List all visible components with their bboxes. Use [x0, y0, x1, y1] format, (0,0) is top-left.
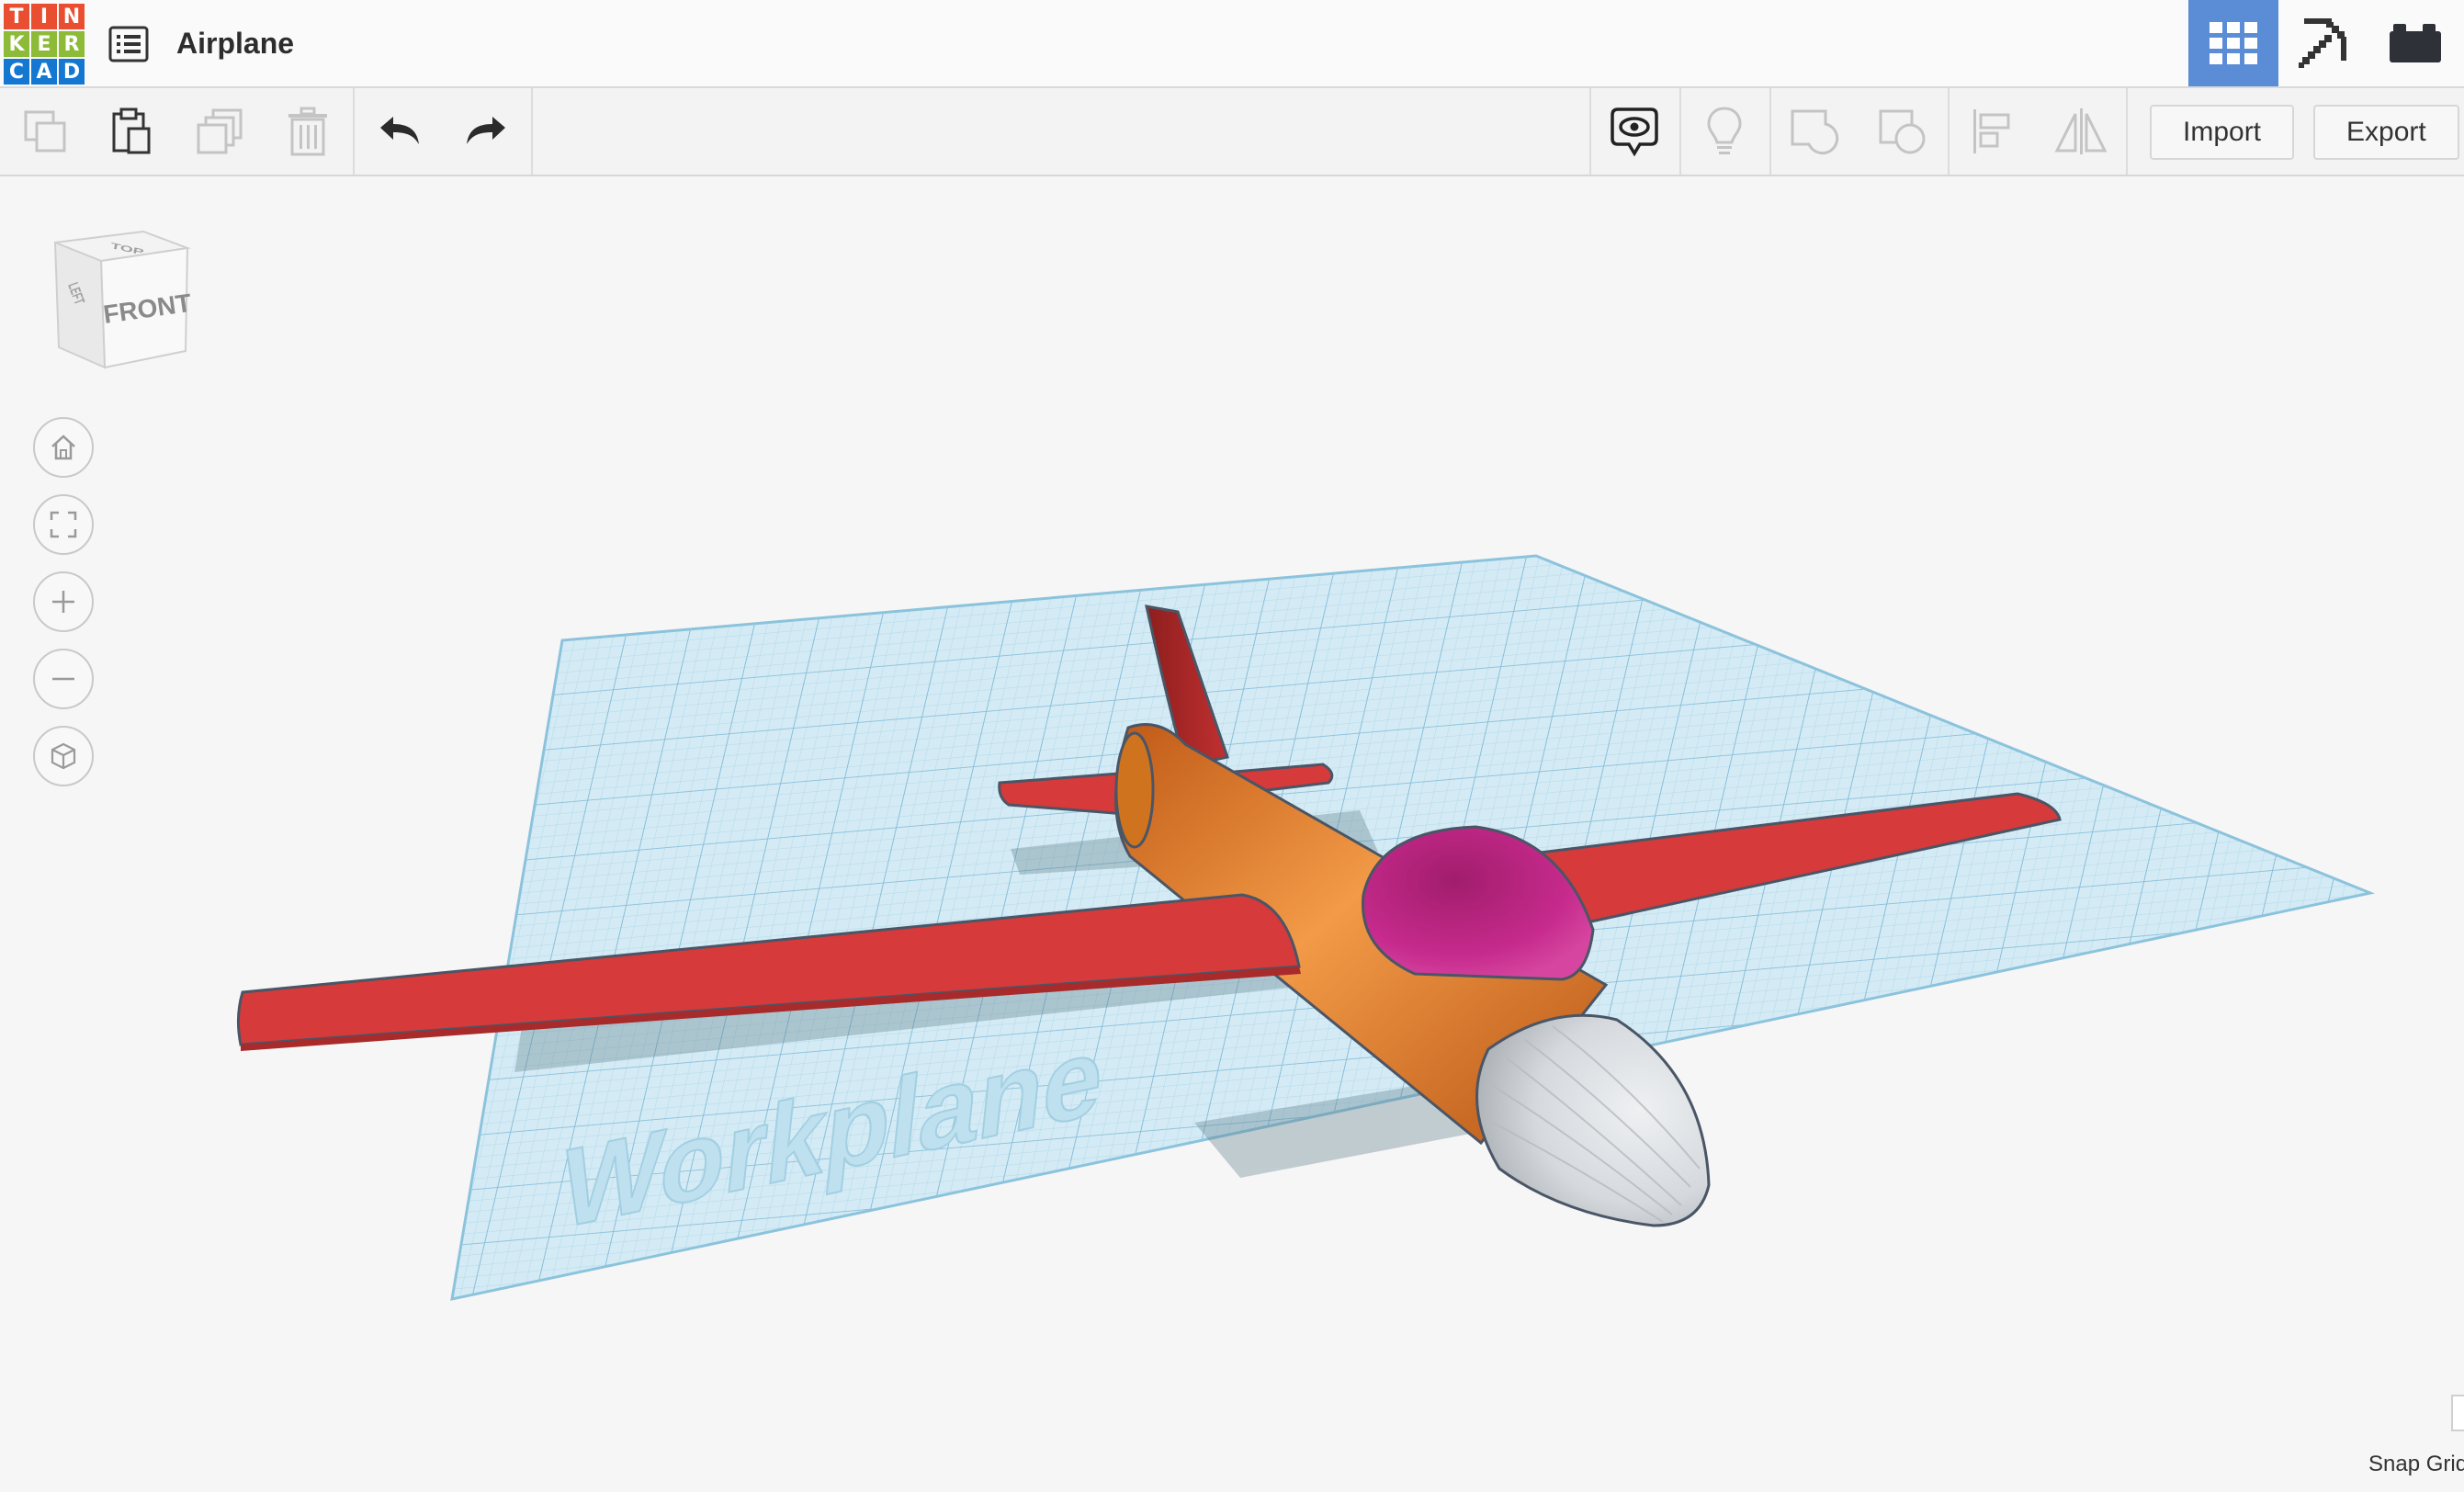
delete-button[interactable]	[265, 88, 351, 175]
mirror-button[interactable]	[2038, 88, 2124, 175]
bricks-view-button[interactable]	[2370, 0, 2460, 86]
mirror-icon	[2054, 108, 2108, 154]
list-icon	[108, 26, 149, 62]
toolbar-separator	[531, 88, 533, 175]
fit-view-icon	[50, 511, 77, 538]
ungroup-button[interactable]	[1859, 88, 1946, 175]
show-all-button[interactable]	[1591, 88, 1678, 175]
pickaxe-icon	[2299, 18, 2346, 68]
3d-viewport[interactable]: Workplane FRONT TOP LEFT Snap Grid	[0, 176, 2464, 1492]
logo-letter: N	[59, 4, 85, 29]
ortho-cube-icon	[51, 742, 76, 770]
logo-letter: K	[4, 31, 29, 57]
ungroup-icon	[1879, 109, 1926, 154]
align-button[interactable]	[1950, 88, 2036, 175]
logo-letter: T	[4, 4, 29, 29]
view-cube-left-face[interactable]	[53, 241, 107, 369]
tinkercad-logo[interactable]: T I N K E R C A D	[4, 4, 85, 85]
copy-button[interactable]	[2, 88, 88, 175]
logo-letter: R	[59, 31, 85, 57]
logo-letter: I	[31, 4, 57, 29]
scene-canvas[interactable]: Workplane	[0, 176, 2464, 1492]
group-button[interactable]	[1771, 88, 1858, 175]
trash-icon	[288, 107, 327, 156]
zoom-in-button[interactable]	[33, 571, 94, 632]
snap-grid-label: Snap Grid	[2368, 1452, 2464, 1476]
paste-icon	[112, 107, 151, 154]
redo-button[interactable]	[443, 88, 529, 175]
logo-letter: C	[4, 59, 29, 85]
view-cube[interactable]: FRONT TOP LEFT	[50, 230, 197, 386]
paste-button[interactable]	[88, 88, 175, 175]
redo-icon	[467, 117, 505, 144]
align-icon	[1973, 109, 2010, 153]
home-view-button[interactable]	[33, 417, 94, 478]
undo-button[interactable]	[356, 88, 443, 175]
zoom-out-icon	[52, 677, 74, 681]
design-title[interactable]: Airplane	[176, 22, 294, 64]
toolbar-separator	[2126, 88, 2128, 175]
duplicate-button[interactable]	[176, 88, 263, 175]
ortho-view-button[interactable]	[33, 726, 94, 786]
import-button[interactable]: Import	[2150, 105, 2295, 160]
brick-icon	[2390, 24, 2441, 62]
logo-letter: E	[31, 31, 57, 57]
nose-cone[interactable]	[1475, 1013, 1711, 1227]
zoom-in-icon	[52, 591, 74, 613]
duplicate-icon	[197, 108, 243, 154]
copy-icon	[24, 110, 66, 153]
fit-view-button[interactable]	[33, 494, 94, 555]
logo-letter: D	[59, 59, 85, 85]
zoom-out-button[interactable]	[33, 649, 94, 709]
fuselage-tail-cap	[1114, 731, 1155, 849]
edit-toolbar: Import Export	[0, 88, 2464, 176]
app-header: T I N K E R C A D Airplane	[0, 0, 2464, 88]
home-icon	[51, 435, 75, 460]
design-list-button[interactable]	[107, 22, 151, 66]
snap-grid-box[interactable]	[2451, 1395, 2464, 1431]
toolbar-separator	[353, 88, 355, 175]
grid-icon	[2210, 22, 2257, 64]
export-button[interactable]: Export	[2313, 105, 2459, 160]
undo-icon	[380, 117, 419, 144]
blocks-view-button[interactable]	[2280, 0, 2370, 86]
3d-design-view-button[interactable]	[2188, 0, 2278, 86]
group-icon	[1791, 109, 1839, 155]
eye-bubble-icon	[1611, 107, 1658, 157]
notes-button[interactable]	[1681, 88, 1768, 175]
lightbulb-icon	[1707, 107, 1742, 154]
logo-letter: A	[31, 59, 57, 85]
